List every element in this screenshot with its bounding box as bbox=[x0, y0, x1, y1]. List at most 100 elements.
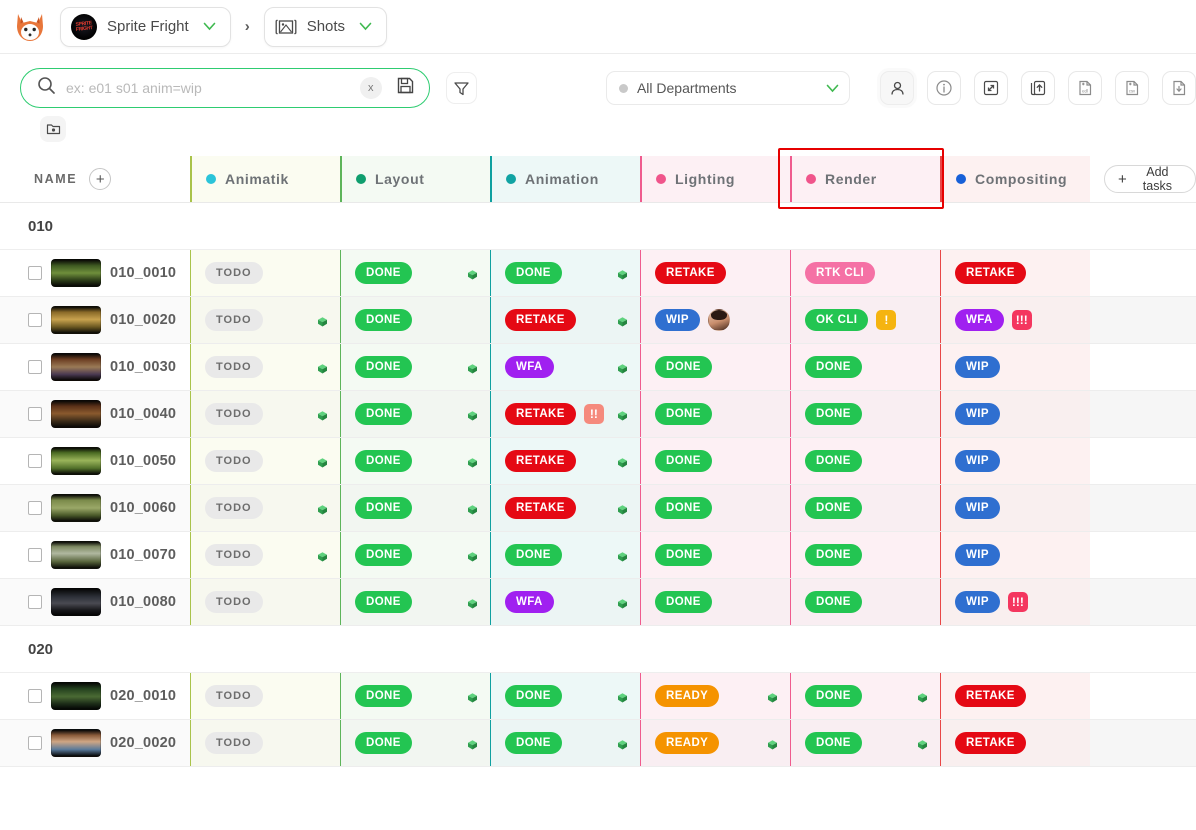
export-edl-icon[interactable]: edl bbox=[1068, 71, 1103, 105]
task-cell-animatik[interactable]: TODO bbox=[190, 297, 340, 343]
department-select[interactable]: All Departments bbox=[605, 71, 851, 105]
status-badge[interactable]: DONE bbox=[805, 450, 862, 472]
task-cell-animatik[interactable]: TODO bbox=[190, 344, 340, 390]
status-badge[interactable]: WIP bbox=[955, 544, 1000, 566]
status-badge[interactable]: DONE bbox=[355, 403, 412, 425]
row-checkbox[interactable] bbox=[28, 501, 42, 515]
info-circle-icon[interactable] bbox=[927, 71, 962, 105]
status-badge[interactable]: OK CLI bbox=[805, 309, 869, 331]
task-cell-compositing[interactable]: WFA!!! bbox=[940, 297, 1090, 343]
table-row[interactable]: 020_0010 TODO DONE DONE READY DONE RETAKE bbox=[0, 673, 1196, 720]
status-badge[interactable]: DONE bbox=[655, 356, 712, 378]
task-cell-render[interactable]: DONE bbox=[790, 579, 940, 625]
shot-thumbnail[interactable] bbox=[51, 259, 101, 287]
row-checkbox[interactable] bbox=[28, 360, 42, 374]
task-cell-compositing[interactable]: RETAKE bbox=[940, 720, 1090, 766]
shot-thumbnail[interactable] bbox=[51, 682, 101, 710]
task-cell-animation[interactable]: WFA bbox=[490, 344, 640, 390]
row-checkbox[interactable] bbox=[28, 407, 42, 421]
status-badge[interactable]: WIP bbox=[655, 309, 700, 331]
task-cell-compositing[interactable]: RETAKE bbox=[940, 673, 1090, 719]
task-cell-animatik[interactable]: TODO bbox=[190, 485, 340, 531]
row-checkbox[interactable] bbox=[28, 595, 42, 609]
status-badge[interactable]: TODO bbox=[205, 685, 263, 707]
column-header-lighting[interactable]: Lighting bbox=[640, 156, 790, 202]
shot-thumbnail[interactable] bbox=[51, 494, 101, 522]
task-cell-layout[interactable]: DONE bbox=[340, 532, 490, 578]
download-file-icon[interactable] bbox=[1162, 71, 1196, 105]
column-header-animatik[interactable]: Animatik bbox=[190, 156, 340, 202]
table-row[interactable]: 010_0010 TODO DONE DONE RETAKE RTK CLI RETAKE bbox=[0, 250, 1196, 297]
task-cell-animation[interactable]: RETAKE!! bbox=[490, 391, 640, 437]
status-badge[interactable]: RETAKE bbox=[655, 262, 726, 284]
row-checkbox[interactable] bbox=[28, 266, 42, 280]
status-badge[interactable]: DONE bbox=[655, 544, 712, 566]
shot-thumbnail[interactable] bbox=[51, 400, 101, 428]
task-cell-compositing[interactable]: WIP bbox=[940, 391, 1090, 437]
task-cell-lighting[interactable]: DONE bbox=[640, 391, 790, 437]
status-badge[interactable]: TODO bbox=[205, 403, 263, 425]
status-badge[interactable]: RETAKE bbox=[505, 403, 576, 425]
row-checkbox[interactable] bbox=[28, 736, 42, 750]
floppy-save-icon[interactable] bbox=[392, 76, 419, 100]
status-badge[interactable]: WIP bbox=[955, 356, 1000, 378]
column-header-compositing[interactable]: Compositing bbox=[940, 156, 1090, 202]
status-badge[interactable]: TODO bbox=[205, 450, 263, 472]
status-badge[interactable]: DONE bbox=[355, 356, 412, 378]
table-row[interactable]: 010_0060 TODO DONE RETAKE DONE DONE WIP bbox=[0, 485, 1196, 532]
task-cell-animatik[interactable]: TODO bbox=[190, 532, 340, 578]
person-assign-icon[interactable] bbox=[880, 71, 915, 105]
task-cell-compositing[interactable]: WIP bbox=[940, 532, 1090, 578]
status-badge[interactable]: TODO bbox=[205, 309, 263, 331]
status-badge[interactable]: DONE bbox=[805, 497, 862, 519]
task-cell-animatik[interactable]: TODO bbox=[190, 250, 340, 296]
status-badge[interactable]: DONE bbox=[805, 544, 862, 566]
status-badge[interactable]: DONE bbox=[655, 497, 712, 519]
status-badge[interactable]: DONE bbox=[355, 497, 412, 519]
column-header-layout[interactable]: Layout bbox=[340, 156, 490, 202]
task-cell-compositing[interactable]: WIP!!! bbox=[940, 579, 1090, 625]
status-badge[interactable]: DONE bbox=[805, 591, 862, 613]
status-badge[interactable]: TODO bbox=[205, 262, 263, 284]
task-cell-animation[interactable]: WFA bbox=[490, 579, 640, 625]
status-badge[interactable]: TODO bbox=[205, 591, 263, 613]
task-cell-render[interactable]: DONE bbox=[790, 391, 940, 437]
status-badge[interactable]: WFA bbox=[505, 591, 554, 613]
status-badge[interactable]: DONE bbox=[355, 262, 412, 284]
task-cell-layout[interactable]: DONE bbox=[340, 250, 490, 296]
status-badge[interactable]: DONE bbox=[355, 732, 412, 754]
status-badge[interactable]: DONE bbox=[655, 403, 712, 425]
status-badge[interactable]: WFA bbox=[955, 309, 1004, 331]
row-checkbox[interactable] bbox=[28, 689, 42, 703]
status-badge[interactable]: DONE bbox=[805, 356, 862, 378]
status-badge[interactable]: WIP bbox=[955, 591, 1000, 613]
add-tasks-button[interactable]: + Add tasks bbox=[1104, 165, 1196, 193]
column-header-render[interactable]: Render bbox=[790, 156, 940, 202]
status-badge[interactable]: RETAKE bbox=[955, 732, 1026, 754]
shot-thumbnail[interactable] bbox=[51, 353, 101, 381]
task-cell-lighting[interactable]: RETAKE bbox=[640, 250, 790, 296]
shot-thumbnail[interactable] bbox=[51, 588, 101, 616]
task-cell-layout[interactable]: DONE bbox=[340, 297, 490, 343]
status-badge[interactable]: RTK CLI bbox=[805, 262, 876, 284]
status-badge[interactable]: DONE bbox=[505, 544, 562, 566]
search-box[interactable]: x bbox=[20, 68, 430, 108]
expand-arrows-icon[interactable] bbox=[974, 71, 1009, 105]
task-cell-render[interactable]: DONE bbox=[790, 532, 940, 578]
task-cell-lighting[interactable]: READY bbox=[640, 720, 790, 766]
task-cell-render[interactable]: DONE bbox=[790, 438, 940, 484]
task-cell-layout[interactable]: DONE bbox=[340, 391, 490, 437]
status-badge[interactable]: DONE bbox=[805, 403, 862, 425]
status-badge[interactable]: WIP bbox=[955, 403, 1000, 425]
task-cell-layout[interactable]: DONE bbox=[340, 485, 490, 531]
task-cell-lighting[interactable]: DONE bbox=[640, 579, 790, 625]
status-badge[interactable]: WFA bbox=[505, 356, 554, 378]
table-row[interactable]: 010_0080 TODO DONE WFA DONE DONE WIP!!! bbox=[0, 579, 1196, 626]
task-cell-layout[interactable]: DONE bbox=[340, 438, 490, 484]
search-input[interactable] bbox=[66, 80, 350, 96]
row-checkbox[interactable] bbox=[28, 454, 42, 468]
status-badge[interactable]: DONE bbox=[805, 732, 862, 754]
task-cell-layout[interactable]: DONE bbox=[340, 579, 490, 625]
task-cell-render[interactable]: RTK CLI bbox=[790, 250, 940, 296]
status-badge[interactable]: READY bbox=[655, 685, 720, 707]
